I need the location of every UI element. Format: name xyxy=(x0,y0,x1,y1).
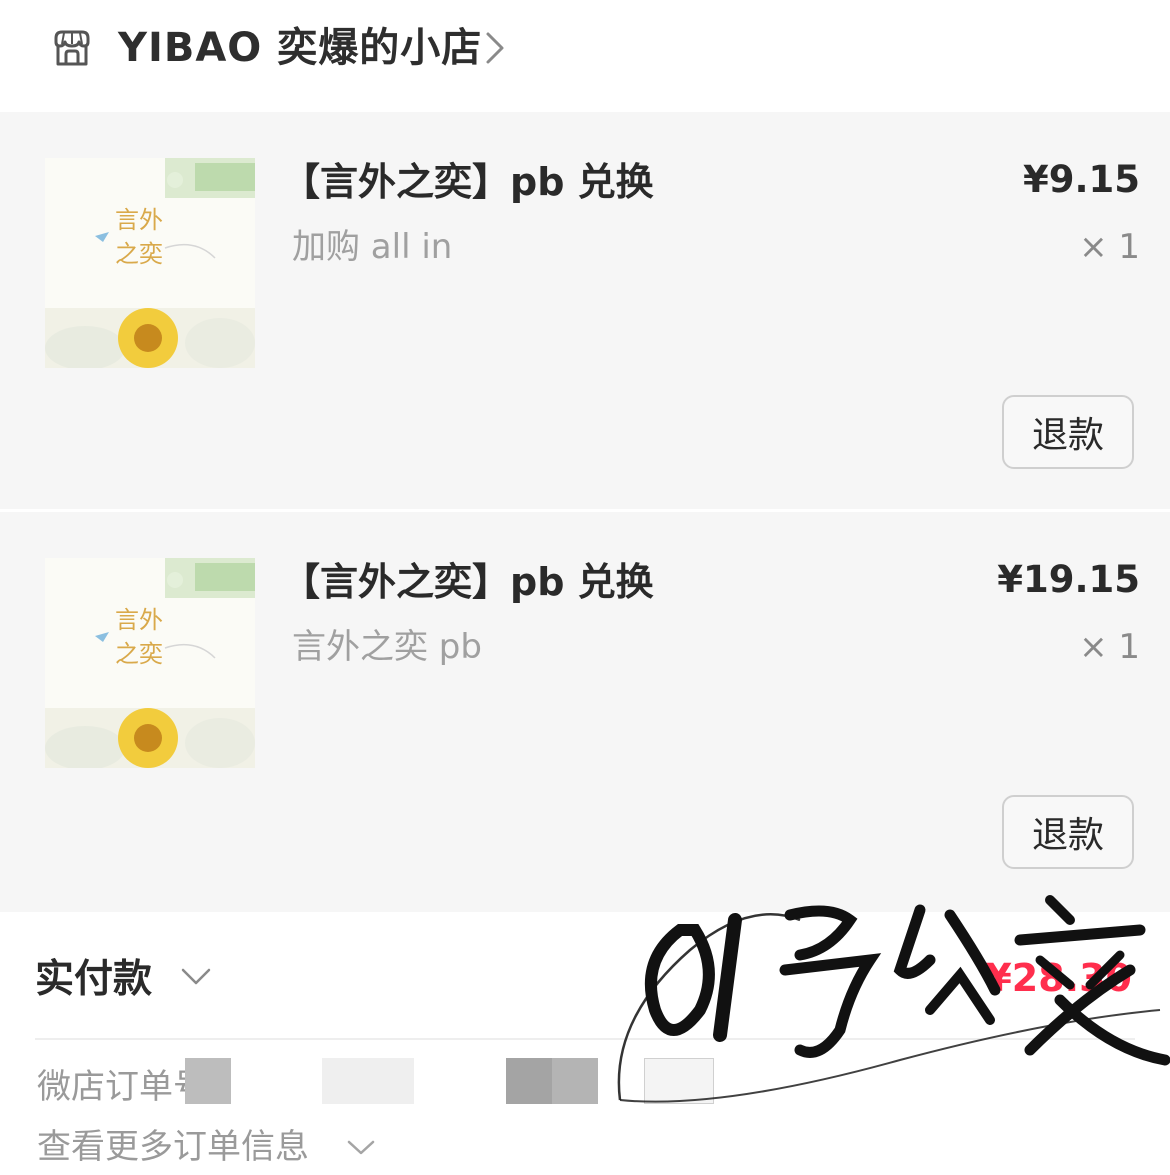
chevron-down-icon[interactable] xyxy=(346,1138,376,1158)
order-detail-page: YIBAO 奕爆的小店 言外 之奕 【言外之奕】pb 兑换 加购 all in … xyxy=(0,0,1170,1175)
chevron-right-icon[interactable] xyxy=(484,30,506,66)
shop-header[interactable]: YIBAO 奕爆的小店 xyxy=(0,0,1170,112)
product-title[interactable]: 【言外之奕】pb 兑换 xyxy=(282,158,654,206)
cover-calligraphy: 言外 xyxy=(115,206,163,234)
product-price: ¥19.15 xyxy=(997,558,1140,601)
chevron-down-icon[interactable] xyxy=(180,966,212,988)
product-quantity: × 1 xyxy=(1079,227,1140,267)
redacted-block xyxy=(552,1058,598,1104)
product-spec: 加购 all in xyxy=(292,227,453,267)
svg-text:之奕: 之奕 xyxy=(115,640,163,668)
more-order-info-link[interactable]: 查看更多订单信息 xyxy=(37,1124,309,1170)
order-item[interactable]: 言外 之奕 【言外之奕】pb 兑换 言外之奕 pb ¥19.15 × 1 退款 xyxy=(0,512,1170,912)
refund-button[interactable]: 退款 xyxy=(1002,795,1134,869)
order-number-label: 微店订单号 xyxy=(37,1067,207,1107)
store-icon xyxy=(54,30,90,66)
redacted-block xyxy=(322,1058,414,1104)
redacted-block xyxy=(644,1058,714,1104)
product-price: ¥9.15 xyxy=(1022,158,1140,201)
product-title[interactable]: 【言外之奕】pb 兑换 xyxy=(282,558,654,606)
refund-button[interactable]: 退款 xyxy=(1002,395,1134,469)
paid-amount: ¥28.30 xyxy=(985,956,1132,1000)
product-quantity: × 1 xyxy=(1079,627,1140,667)
payment-section: 实付款 ¥28.30 微店订单号 查看更多订单信息 xyxy=(0,912,1170,1175)
svg-text:之奕: 之奕 xyxy=(115,240,163,268)
product-thumbnail[interactable]: 言外 之奕 xyxy=(45,558,255,768)
product-spec: 言外之奕 pb xyxy=(292,627,482,667)
order-item[interactable]: 言外 之奕 【言外之奕】pb 兑换 加购 all in ¥9.15 × 1 退款 xyxy=(0,112,1170,509)
shop-name[interactable]: YIBAO 奕爆的小店 xyxy=(118,20,482,76)
paid-amount-label[interactable]: 实付款 xyxy=(35,954,152,1006)
section-divider xyxy=(35,1038,1135,1040)
redacted-block xyxy=(185,1058,231,1104)
svg-text:言外: 言外 xyxy=(115,606,163,634)
product-thumbnail[interactable]: 言外 之奕 xyxy=(45,158,255,368)
